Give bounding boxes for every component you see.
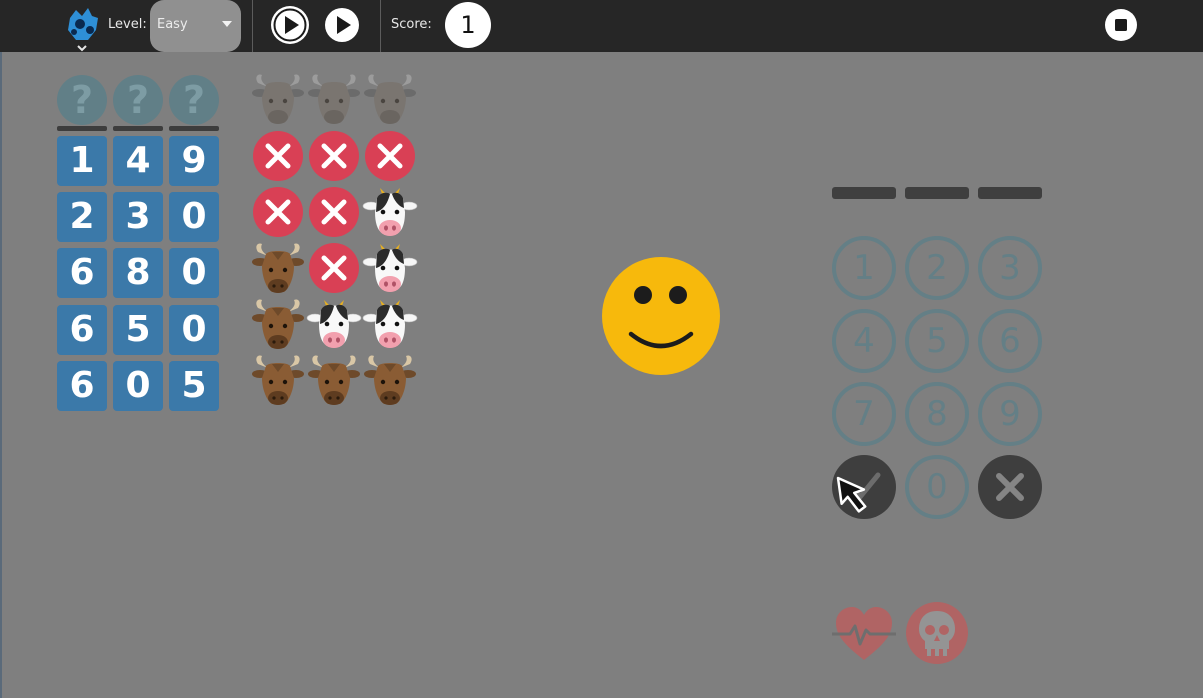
secret-underline bbox=[169, 126, 219, 131]
bull-icon bbox=[362, 354, 418, 408]
guess-digit: 6 bbox=[57, 361, 107, 411]
stop-icon[interactable] bbox=[1104, 8, 1138, 42]
guess-digit: 2 bbox=[57, 192, 107, 242]
guess-digit: 0 bbox=[169, 192, 219, 242]
cancel-icon[interactable] bbox=[978, 455, 1042, 519]
bull-icon bbox=[250, 73, 306, 127]
secret-underline bbox=[57, 126, 107, 131]
bull-icon bbox=[250, 298, 306, 352]
secret-underline bbox=[113, 126, 163, 131]
key-2[interactable]: 2 bbox=[905, 236, 969, 300]
hidden-digit: ? bbox=[169, 75, 219, 125]
score-value: 1 bbox=[445, 2, 491, 48]
guess-digit: 5 bbox=[169, 361, 219, 411]
miss-icon bbox=[309, 131, 359, 181]
smiley-icon bbox=[602, 257, 720, 375]
miss-icon bbox=[309, 187, 359, 237]
mouse-pointer-icon bbox=[836, 476, 867, 513]
level-label: Level: bbox=[108, 17, 147, 32]
caret-down-icon bbox=[222, 21, 232, 27]
guess-digit: 9 bbox=[169, 136, 219, 186]
toolbar: Level: Easy Score: 1 bbox=[0, 0, 1203, 52]
key-6[interactable]: 6 bbox=[978, 309, 1042, 373]
guess-digit: 1 bbox=[57, 136, 107, 186]
key-0[interactable]: 0 bbox=[905, 455, 969, 519]
bull-icon bbox=[306, 73, 362, 127]
guess-digit: 5 bbox=[113, 305, 163, 355]
play-icon[interactable] bbox=[324, 7, 360, 43]
key-7[interactable]: 7 bbox=[832, 382, 896, 446]
skull-icon bbox=[906, 602, 968, 664]
key-8[interactable]: 8 bbox=[905, 382, 969, 446]
answer-slot bbox=[905, 187, 969, 199]
cow-icon bbox=[362, 242, 418, 296]
cow-icon bbox=[306, 298, 362, 352]
cow-icon bbox=[362, 186, 418, 240]
guess-digit: 0 bbox=[169, 248, 219, 298]
guess-digit: 4 bbox=[113, 136, 163, 186]
chevron-down-icon bbox=[77, 45, 87, 52]
guess-digit: 8 bbox=[113, 248, 163, 298]
score-label: Score: bbox=[391, 17, 432, 32]
toolbar-divider bbox=[380, 0, 381, 52]
bull-icon bbox=[250, 354, 306, 408]
guess-digit: 0 bbox=[113, 361, 163, 411]
miss-icon bbox=[253, 131, 303, 181]
hidden-digit: ? bbox=[113, 75, 163, 125]
guess-digit: 6 bbox=[57, 305, 107, 355]
answer-slot bbox=[832, 187, 896, 199]
guess-digit: 0 bbox=[169, 305, 219, 355]
toolbar-divider bbox=[252, 0, 253, 52]
miss-icon bbox=[309, 243, 359, 293]
key-5[interactable]: 5 bbox=[905, 309, 969, 373]
bull-icon bbox=[306, 354, 362, 408]
key-9[interactable]: 9 bbox=[978, 382, 1042, 446]
answer-slot bbox=[978, 187, 1042, 199]
miss-icon bbox=[253, 187, 303, 237]
key-1[interactable]: 1 bbox=[832, 236, 896, 300]
guess-digit: 3 bbox=[113, 192, 163, 242]
key-4[interactable]: 4 bbox=[832, 309, 896, 373]
hidden-digit: ? bbox=[57, 75, 107, 125]
heart-icon bbox=[832, 607, 896, 660]
play-circle-icon[interactable] bbox=[269, 4, 311, 46]
level-dropdown[interactable]: Easy bbox=[150, 0, 241, 52]
bull-icon bbox=[362, 73, 418, 127]
cow-icon bbox=[362, 298, 418, 352]
bull-icon bbox=[250, 242, 306, 296]
miss-icon bbox=[365, 131, 415, 181]
activity-icon[interactable] bbox=[62, 4, 104, 52]
guess-digit: 6 bbox=[57, 248, 107, 298]
level-value: Easy bbox=[157, 17, 188, 32]
key-3[interactable]: 3 bbox=[978, 236, 1042, 300]
